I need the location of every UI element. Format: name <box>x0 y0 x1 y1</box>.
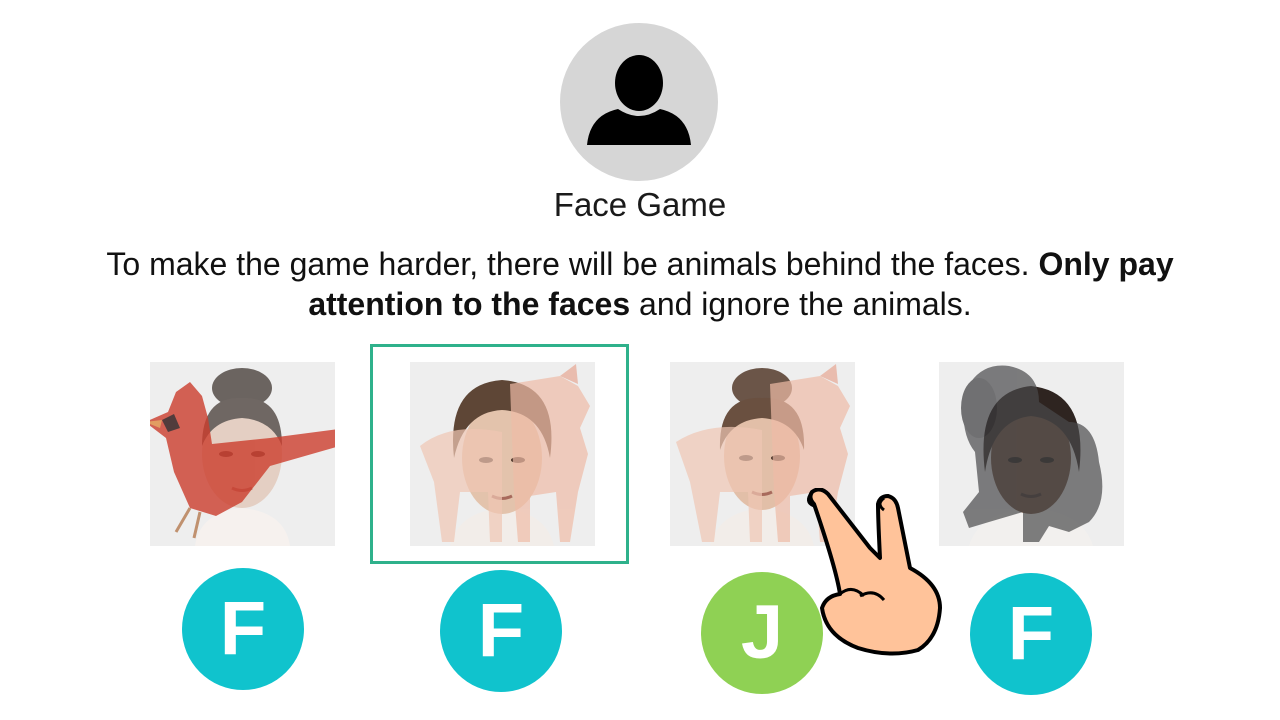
instruction-part1: To make the game harder, there will be a… <box>106 246 1039 282</box>
f-key-button[interactable]: F <box>182 568 304 690</box>
face-card-2[interactable] <box>410 362 595 546</box>
face-card-1[interactable] <box>150 362 335 546</box>
f-key-button[interactable]: F <box>440 570 562 692</box>
game-title: Face Game <box>553 186 727 223</box>
f-key-button[interactable]: F <box>970 573 1092 695</box>
instruction-text: To make the game harder, there will be a… <box>80 244 1200 324</box>
person-icon <box>560 23 718 181</box>
face-card-4[interactable] <box>939 362 1124 546</box>
instruction-part2: and ignore the animals. <box>630 286 972 322</box>
pointing-hand-icon <box>800 487 945 663</box>
